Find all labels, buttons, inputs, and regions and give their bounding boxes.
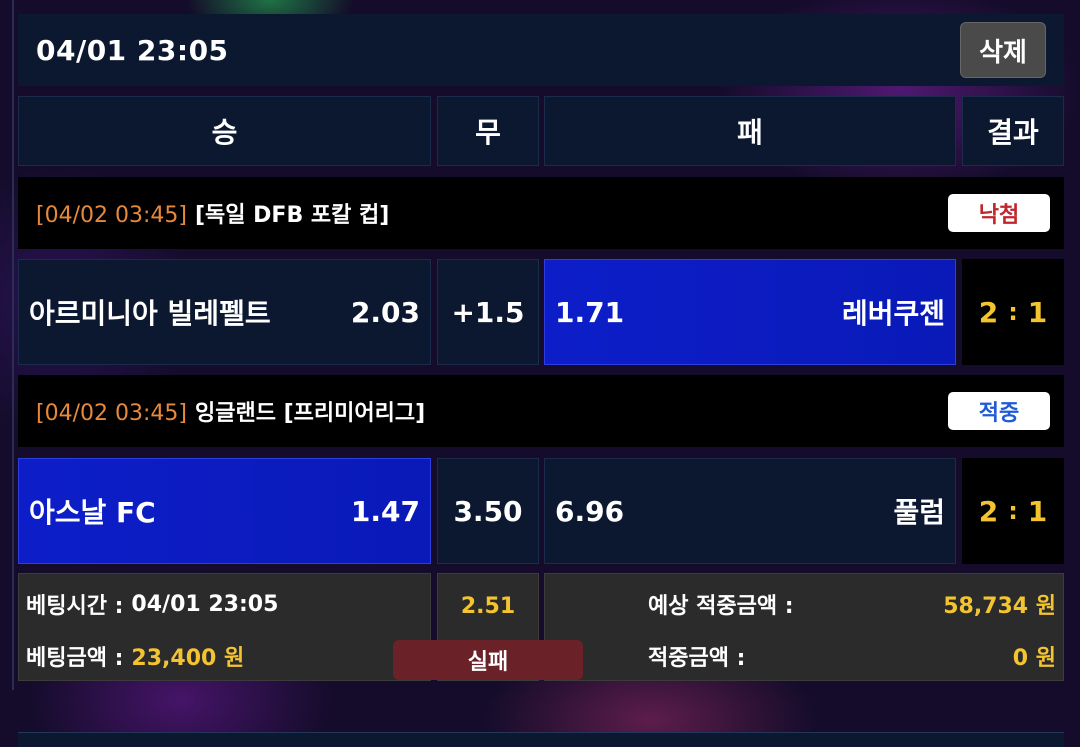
match-time: [04/02 03:45] [36,401,187,426]
home-odds-cell-selected[interactable]: 아스날 FC 1.47 [18,458,431,564]
draw-odds: 3.50 [453,494,523,528]
match-score: 2 : 1 [962,259,1064,365]
status-fail-badge: 실패 [393,640,583,680]
home-odds: 2.03 [350,295,420,329]
home-odds: 1.47 [350,494,420,528]
match-league-row: [04/02 03:45] 잉글랜드 [프리미어리그] 적중 [18,375,1064,447]
league-info: [04/02 03:45] [독일 DFB 포칼 컵] [36,197,389,229]
win-amount-label: 적중금액 : [648,646,746,671]
score-separator: : [1008,497,1018,525]
away-odds-cell[interactable]: 6.96 풀럼 [544,458,956,564]
bet-time-value: 04/01 23:05 [131,591,279,617]
column-header-result: 결과 [962,96,1064,166]
result-badge-lost: 낙첨 [948,194,1050,232]
home-odds-cell[interactable]: 아르미니아 빌레펠트 2.03 [18,259,431,365]
bet-amount-value: 23,400 원 [131,646,245,671]
score-separator: : [1008,298,1018,326]
win-amount-value: 0 원 [1012,646,1056,671]
match-league-row: [04/02 03:45] [독일 DFB 포칼 컵] 낙첨 [18,177,1064,249]
away-odds: 6.96 [555,494,625,528]
delete-button[interactable]: 삭제 [960,22,1046,78]
draw-odds-cell[interactable]: 3.50 [437,458,539,564]
home-team-name: 아스날 FC [29,496,156,529]
home-team-name: 아르미니아 빌레펠트 [29,297,271,330]
bet-amount-label: 베팅금액 : [26,646,124,671]
away-odds-cell-selected[interactable]: 1.71 레버쿠젠 [544,259,956,365]
next-bet-slip-edge [18,732,1064,747]
bet-time-row: 베팅시간 : 04/01 23:05 [26,588,278,620]
column-header-win: 승 [18,96,431,166]
bet-datetime: 04/01 23:05 [36,33,229,67]
match-score: 2 : 1 [962,458,1064,564]
league-info: [04/02 03:45] 잉글랜드 [프리미어리그] [36,395,425,427]
result-badge-won: 적중 [948,392,1050,430]
league-name: 잉글랜드 [프리미어리그] [194,401,426,426]
score-home: 2 [978,494,999,528]
bet-amount-row: 베팅금액 : 23,400 원 [26,640,244,672]
bet-time-label: 베팅시간 : [26,594,124,619]
column-header-draw: 무 [437,96,539,166]
score-away: 1 [1027,494,1048,528]
score-away: 1 [1027,295,1048,329]
away-odds: 1.71 [555,295,625,329]
away-team-name: 풀럼 [893,496,945,529]
bet-header: 04/01 23:05 삭제 [18,14,1064,86]
league-name: [독일 DFB 포칼 컵] [194,203,390,228]
expected-win-value: 58,734 원 [943,594,1056,619]
expected-win-label: 예상 적중금액 : [648,594,794,619]
column-header-lose: 패 [544,96,956,166]
match-time: [04/02 03:45] [36,203,187,228]
handicap-cell[interactable]: +1.5 [437,259,539,365]
score-home: 2 [978,295,999,329]
away-team-name: 레버쿠젠 [841,297,945,330]
total-odds: 2.51 [460,594,516,619]
handicap-value: +1.5 [451,295,525,329]
